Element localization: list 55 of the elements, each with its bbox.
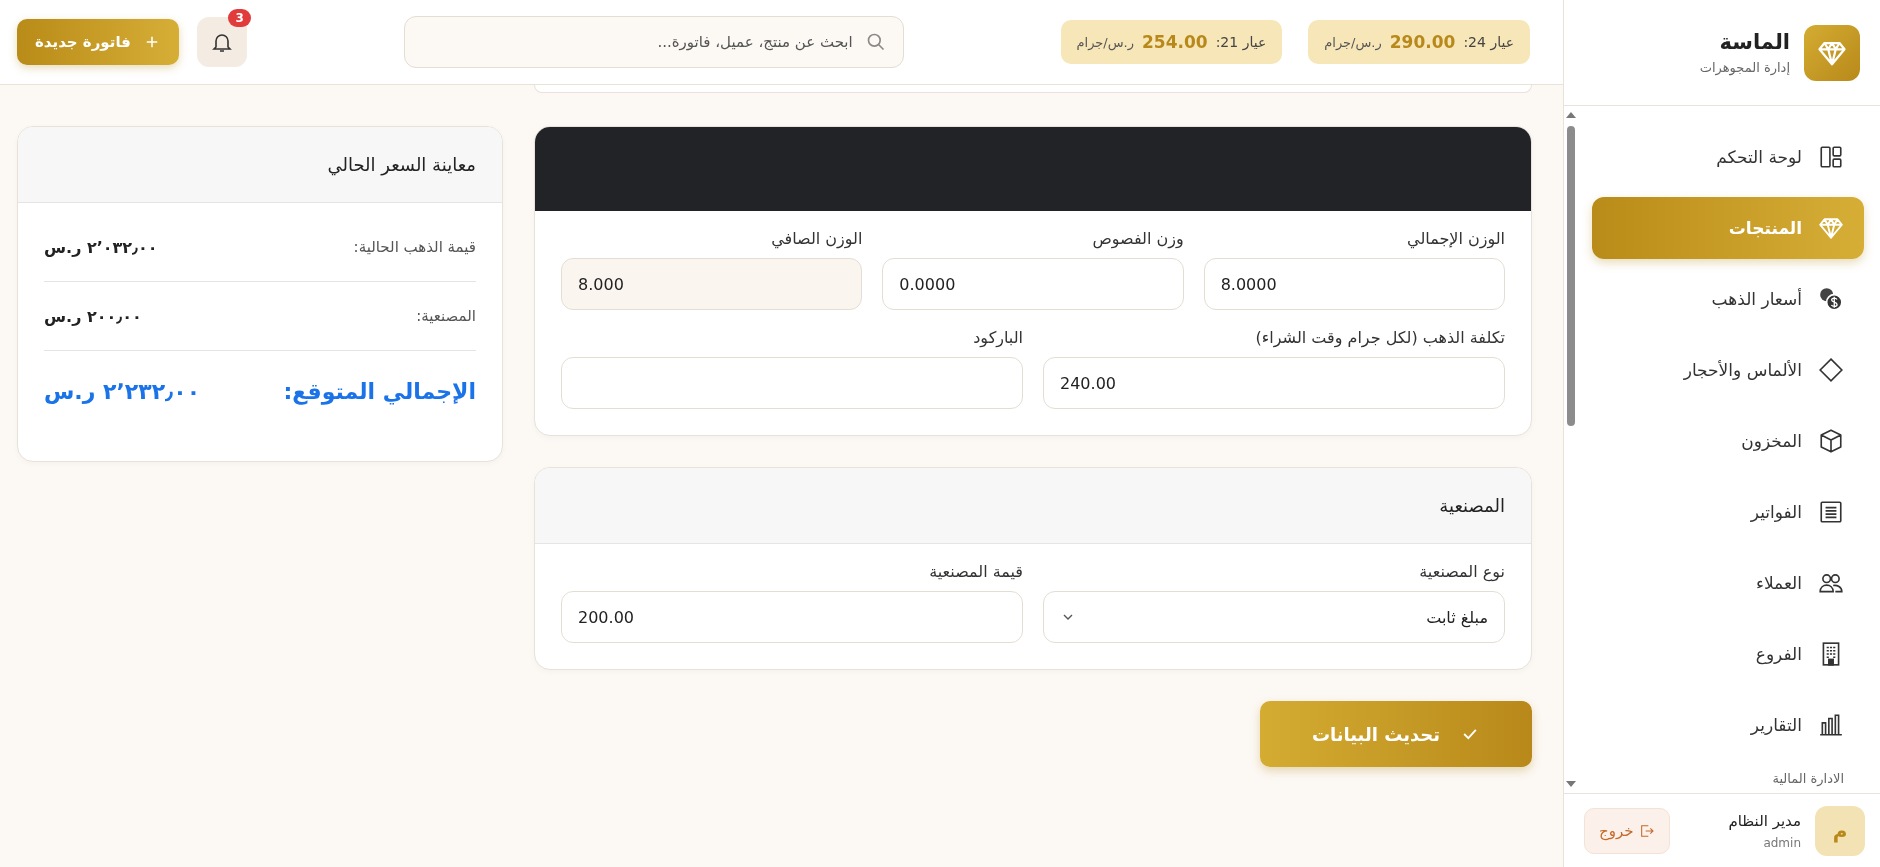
dashboard-icon <box>1818 144 1844 170</box>
logout-button[interactable]: خروج <box>1584 807 1671 854</box>
gem-icon <box>1818 215 1844 241</box>
price-label: قيمة الذهب الحالية: <box>353 238 476 256</box>
brand-name: الماسة <box>1718 30 1790 54</box>
nav-item[interactable]: أسعار الذهب <box>1592 268 1864 330</box>
receipt-icon <box>1818 499 1844 525</box>
brand-subtitle: إدارة المجوهرات <box>1699 60 1790 75</box>
input-field[interactable]: 0.0000 <box>882 258 1184 310</box>
field-label: تكلفة الذهب (لكل جرام وقت الشراء) <box>1254 328 1505 347</box>
notification-badge: 3 <box>228 9 251 27</box>
search-icon <box>865 32 886 52</box>
nav-item[interactable]: العملاء <box>1592 552 1864 614</box>
price-value: ٢٬٠٣٢٫٠٠ ر.س <box>44 237 158 257</box>
input-field[interactable]: 240.00 <box>1043 357 1505 409</box>
nav-item[interactable]: الفواتير <box>1592 481 1864 543</box>
field-label: الباركود <box>972 328 1023 347</box>
field-label: الوزن الصافي <box>770 229 863 248</box>
diamond-icon <box>1818 357 1844 383</box>
price-value: ٢٠٠٫٠٠ ر.س <box>44 306 142 326</box>
field-label: وزن الفصوص <box>1091 229 1184 248</box>
nav-item[interactable]: الفروع <box>1592 623 1864 685</box>
total-label: الإجمالي المتوقع: <box>283 378 476 404</box>
nav-item[interactable]: الألماس والأحجار <box>1592 339 1864 401</box>
price-label: المصنعية: <box>416 307 476 325</box>
price-value: 254.00 <box>1142 32 1208 52</box>
card-title: معاينة السعر الحالي <box>327 154 476 175</box>
input-field[interactable] <box>561 357 1023 409</box>
field-label: قيمة المصنعية <box>928 562 1023 581</box>
nav-item[interactable]: التقارير <box>1592 694 1864 756</box>
gem-icon <box>1804 24 1860 81</box>
price-unit: ر.س/جرام <box>1076 34 1135 50</box>
bar-chart-icon <box>1818 712 1844 738</box>
box-icon <box>1818 428 1844 454</box>
input-field[interactable]: 8.0000 <box>1203 258 1505 310</box>
logout-icon <box>1639 822 1656 839</box>
nav-item[interactable]: لوحة التحكم <box>1592 126 1864 188</box>
coins-icon <box>1818 286 1844 312</box>
user-role: admin <box>1762 835 1801 850</box>
input-field[interactable]: 8.000 <box>561 258 863 310</box>
karat-label: عيار 21: <box>1215 34 1267 50</box>
total-value: ٢٬٢٣٢٫٠٠ ر.س <box>44 378 201 404</box>
price-value: 290.00 <box>1389 32 1456 52</box>
input-field[interactable]: 200.00 <box>561 591 1023 643</box>
karat-label: عيار 24: <box>1463 34 1514 50</box>
select-field[interactable]: مبلغ ثابت <box>1043 591 1505 643</box>
price-unit: ر.س/جرام <box>1324 34 1382 50</box>
section-label: الادارة المالية <box>1771 771 1845 786</box>
card-title: المصنعية <box>1439 495 1505 516</box>
field-label: الوزن الإجمالي <box>1406 229 1505 248</box>
user-avatar: م <box>1815 805 1865 856</box>
search-field[interactable]: ابحث عن منتج، عميل، فاتورة... <box>403 16 904 68</box>
nav-item[interactable]: المخزون <box>1592 410 1864 472</box>
field-label: نوع المصنعية <box>1418 562 1505 581</box>
user-name: مدير النظام <box>1727 811 1801 830</box>
